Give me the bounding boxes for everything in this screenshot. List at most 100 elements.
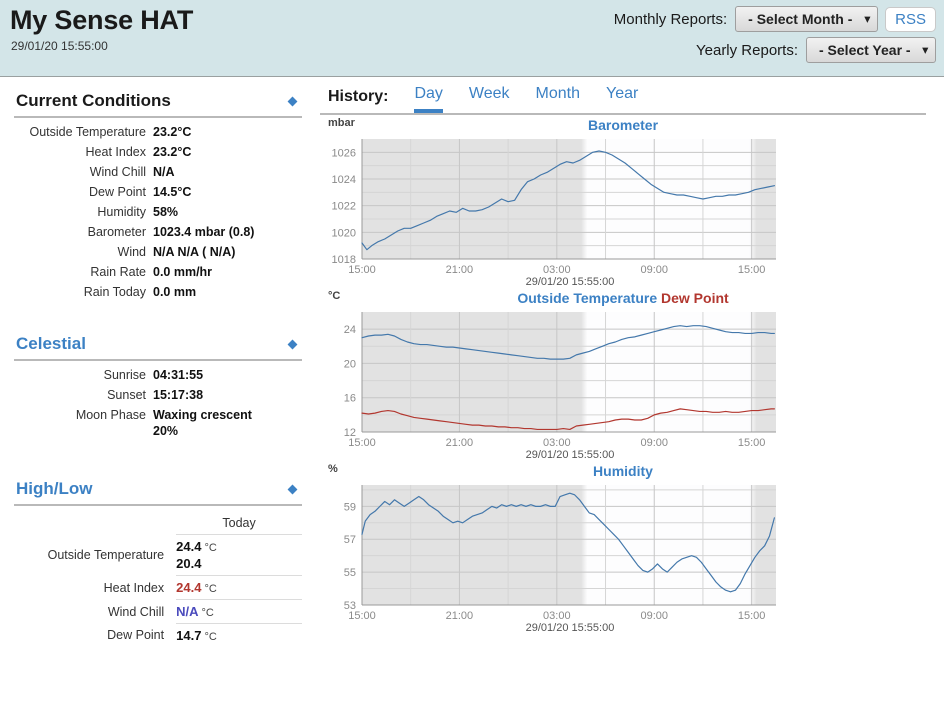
current-condition-row: Barometer 1023.4 mbar (0.8) [14, 222, 302, 242]
collapse-diamond-icon[interactable] [287, 96, 298, 106]
svg-text:09:00: 09:00 [640, 264, 668, 276]
celestial-header: Celestial [14, 328, 302, 361]
celestial-label: Sunset [107, 388, 146, 402]
chart-title-series1: Outside Temperature [517, 290, 658, 306]
moon-phase-row: Moon Phase Waxing crescent 20% [14, 405, 302, 441]
moon-phase-percent: 20% [153, 424, 179, 438]
highlow-label: Dew Point [107, 628, 165, 643]
highlow-values: N/A °C [176, 599, 302, 624]
highlow-table: Today Outside Temperature 24.4 °C 20.4 Heat … [14, 512, 302, 647]
celestial-row: Sunrise 04:31:55 [14, 365, 302, 385]
current-condition-value: 23.2°C [153, 125, 192, 139]
yearly-reports-label: Yearly Reports: [696, 41, 798, 59]
left-sidebar: Current Conditions Outside Temperature 23… [0, 77, 320, 653]
svg-text:15:00: 15:00 [738, 437, 766, 449]
svg-text:1022: 1022 [332, 201, 356, 213]
reports-controls: Monthly Reports: - Select Month - ▾ RSS … [614, 6, 936, 68]
celestial-value: 04:31:55 [153, 368, 204, 382]
svg-text:59: 59 [344, 501, 356, 513]
current-condition-label: Dew Point [89, 185, 146, 199]
current-condition-value: N/A [153, 165, 175, 179]
collapse-diamond-icon[interactable] [287, 339, 298, 349]
history-label: History: [328, 88, 389, 105]
yearly-reports-row: Yearly Reports: - Select Year - ▾ [614, 37, 936, 63]
chart-x-caption: 29/01/20 15:55:00 [525, 276, 615, 288]
highlow-row: Dew Point 14.7 °C [14, 623, 302, 647]
svg-text:15:00: 15:00 [348, 610, 376, 622]
svg-text:20: 20 [344, 358, 356, 370]
moon-phase-label: Moon Phase [75, 408, 146, 422]
current-condition-label: Rain Rate [90, 265, 146, 279]
highlow-title: High/Low [16, 479, 93, 498]
chart-canvas: 1216202415:00 21:00 03:00 09:00 15:00 [344, 312, 776, 449]
svg-text:55: 55 [344, 567, 356, 579]
current-condition-value: 0.0 mm/hr [153, 265, 213, 279]
highlow-low-value: 20.4 [176, 556, 202, 571]
yearly-report-select[interactable]: - Select Year - [806, 37, 936, 63]
svg-text:24: 24 [344, 324, 356, 336]
svg-text:15:00: 15:00 [738, 264, 766, 276]
current-conditions-table: Outside Temperature 23.2°C Heat Index 23.2°… [14, 122, 302, 302]
current-condition-row: Rain Today 0.0 mm [14, 282, 302, 302]
celestial-title: Celestial [16, 334, 86, 353]
tab-day[interactable]: Day [414, 85, 443, 113]
highlow-label: Outside Temperature [47, 548, 165, 562]
highlow-values: 24.4 °C [176, 575, 302, 600]
highlow-unit: °C [204, 583, 217, 595]
highlow-unit: °C [204, 542, 217, 554]
highlow-row: Heat Index 24.4 °C [14, 575, 302, 600]
history-tabbar: History: Day Week Month Year [320, 85, 926, 115]
highlow-values: 14.7 °C [176, 623, 302, 647]
current-condition-value: 0.0 mm [153, 285, 197, 299]
celestial-label: Sunrise [103, 368, 146, 382]
celestial-panel: Celestial Sunrise 04:31:55 Sunset 15:17:38 M… [14, 328, 302, 441]
current-condition-value: 58% [153, 205, 179, 219]
tab-month[interactable]: Month [536, 85, 580, 113]
svg-text:21:00: 21:00 [446, 437, 474, 449]
highlow-high-value: 24.4 [176, 580, 202, 595]
current-condition-row: Dew Point 14.5°C [14, 182, 302, 202]
rss-button[interactable]: RSS [885, 6, 936, 32]
svg-text:09:00: 09:00 [640, 437, 668, 449]
page-title: My Sense HAT [10, 5, 194, 35]
highlow-header-row: Today [14, 512, 302, 535]
tab-year[interactable]: Year [606, 85, 638, 113]
current-condition-row: Outside Temperature 23.2°C [14, 122, 302, 142]
current-conditions-panel: Current Conditions Outside Temperature 23… [14, 85, 302, 302]
chart-x-caption: 29/01/20 15:55:00 [525, 622, 615, 634]
highlow-row: Wind Chill N/A °C [14, 599, 302, 624]
page-header: My Sense HAT 29/01/20 15:55:00 Monthly R… [0, 0, 944, 77]
highlow-high-value: 14.7 [176, 628, 202, 643]
highlow-values: 24.4 °C 20.4 [176, 534, 302, 576]
highlow-header: High/Low [14, 473, 302, 506]
current-conditions-title: Current Conditions [16, 91, 171, 110]
svg-text:15:00: 15:00 [348, 437, 376, 449]
celestial-row: Sunset 15:17:38 [14, 385, 302, 405]
svg-text:21:00: 21:00 [446, 610, 474, 622]
current-condition-label: Humidity [97, 205, 146, 219]
highlow-row: Outside Temperature 24.4 °C 20.4 [14, 534, 302, 576]
current-condition-row: Heat Index 23.2°C [14, 142, 302, 162]
svg-text:1024: 1024 [332, 174, 356, 186]
highlow-unit: °C [201, 607, 214, 619]
header-timestamp: 29/01/20 15:55:00 [11, 39, 108, 53]
collapse-diamond-icon[interactable] [287, 484, 298, 494]
tab-week[interactable]: Week [469, 85, 510, 113]
svg-text:09:00: 09:00 [640, 610, 668, 622]
current-condition-label: Rain Today [83, 285, 146, 299]
chart-title: Outside Temperature Dew Point [320, 290, 926, 306]
current-condition-row: Humidity 58% [14, 202, 302, 222]
chart-title: Humidity [593, 463, 653, 479]
svg-text:57: 57 [344, 534, 356, 546]
monthly-reports-row: Monthly Reports: - Select Month - ▾ RSS [614, 6, 936, 32]
current-condition-label: Heat Index [85, 145, 146, 159]
current-condition-label: Barometer [87, 225, 146, 239]
current-condition-value: 1023.4 mbar (0.8) [153, 225, 255, 239]
chart-title: Barometer [587, 117, 659, 133]
highlow-high-value: N/A [176, 604, 199, 619]
current-condition-label: Wind [117, 245, 146, 259]
current-condition-value: 14.5°C [153, 185, 192, 199]
chart-humidity: % Humidity 53 55 57 59 15:00 21:00 03:00 09:00 15:… [320, 463, 944, 634]
highlow-unit: °C [204, 631, 217, 643]
monthly-report-select[interactable]: - Select Month - [735, 6, 879, 32]
